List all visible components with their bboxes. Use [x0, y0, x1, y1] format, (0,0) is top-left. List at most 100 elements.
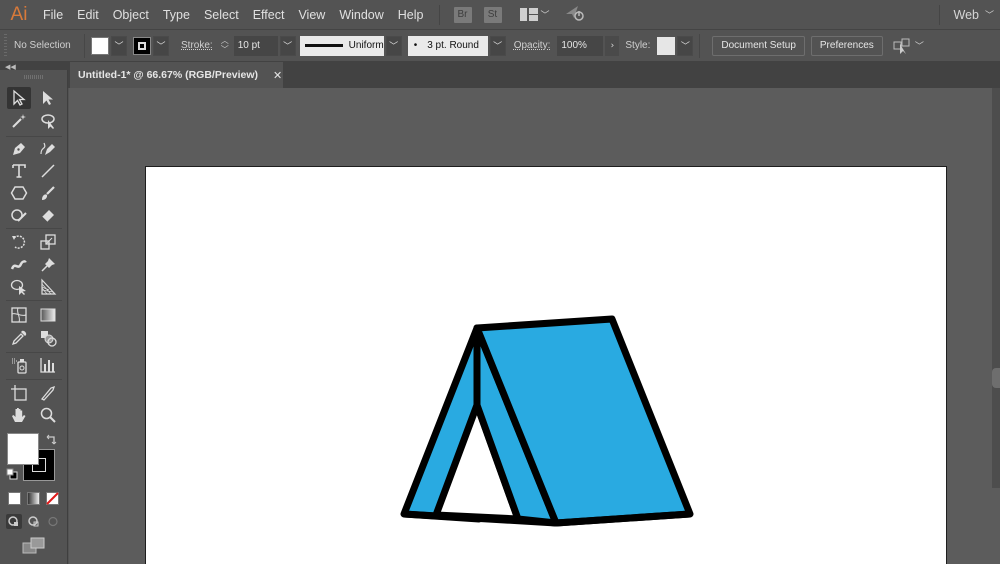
- eraser-tool[interactable]: [36, 204, 60, 226]
- symbol-sprayer-icon: [12, 358, 27, 374]
- fill-dropdown[interactable]: ﹀: [111, 35, 127, 56]
- gradient-tool[interactable]: [36, 304, 60, 326]
- menu-divider: [438, 4, 440, 25]
- canvas-area[interactable]: [69, 88, 1000, 564]
- opacity-slider-button[interactable]: ›: [605, 35, 620, 56]
- lasso-icon: [41, 114, 55, 129]
- document-tab[interactable]: Untitled-1* @ 66.67% (RGB/Preview) ✕: [70, 62, 283, 88]
- stroke-weight-dropdown[interactable]: ﹀: [279, 35, 296, 56]
- menu-edit[interactable]: Edit: [70, 8, 106, 22]
- chevron-down-icon: ﹀: [389, 42, 399, 52]
- draw-inside-icon[interactable]: [45, 514, 61, 529]
- close-tab-icon[interactable]: ✕: [273, 69, 282, 82]
- curvature-tool[interactable]: [36, 138, 60, 160]
- perspective-grid-tool[interactable]: [36, 276, 60, 298]
- change-screen-mode-icon[interactable]: [22, 537, 46, 555]
- scrollbar-thumb[interactable]: [992, 368, 1000, 388]
- workspace-switcher[interactable]: Web ﹀: [938, 0, 1000, 29]
- shape-builder-tool[interactable]: [7, 276, 31, 298]
- document-tab-title: Untitled-1* @ 66.67% (RGB/Preview): [78, 69, 259, 81]
- artboard-icon: [11, 385, 27, 401]
- direct-selection-tool[interactable]: [36, 87, 60, 109]
- rotate-tool[interactable]: [7, 231, 31, 253]
- fill-swatch[interactable]: [7, 433, 39, 465]
- brush-definition[interactable]: • 3 pt. Round: [407, 35, 488, 56]
- puppet-warp-tool[interactable]: [36, 254, 60, 276]
- stroke-weight-stepper[interactable]: ︿ ﹀: [218, 36, 232, 56]
- zoom-tool[interactable]: [36, 404, 60, 426]
- column-graph-tool[interactable]: [36, 354, 60, 376]
- menu-object[interactable]: Object: [106, 8, 156, 22]
- selection-tool[interactable]: [7, 87, 31, 109]
- menu-window[interactable]: Window: [332, 8, 390, 22]
- menu-help[interactable]: Help: [391, 8, 431, 22]
- arrange-documents-icon: [519, 8, 538, 21]
- blend-tool[interactable]: [36, 327, 60, 349]
- default-fill-stroke-icon[interactable]: [6, 468, 18, 480]
- width-tool[interactable]: [7, 254, 31, 276]
- shape-tool[interactable]: [7, 182, 31, 204]
- stroke-dropdown[interactable]: ﹀: [153, 35, 169, 56]
- arrange-documents-button[interactable]: ﹀: [519, 8, 550, 21]
- opacity-input[interactable]: 100%: [557, 35, 604, 56]
- symbol-sprayer-tool[interactable]: [7, 354, 31, 376]
- style-dropdown[interactable]: ﹀: [677, 35, 694, 56]
- color-mode-button[interactable]: [8, 492, 21, 505]
- draw-normal-icon: [8, 516, 18, 526]
- stock-button[interactable]: St: [483, 6, 502, 23]
- fill-color-swatch[interactable]: [91, 36, 109, 55]
- type-tool[interactable]: [7, 160, 31, 182]
- scale-tool[interactable]: [36, 231, 60, 253]
- graphic-style-swatch[interactable]: [657, 36, 676, 55]
- profile-dropdown[interactable]: ﹀: [385, 35, 402, 56]
- stroke-weight-input[interactable]: 10 pt: [233, 35, 278, 56]
- eyedropper-tool[interactable]: [7, 327, 31, 349]
- hand-tool[interactable]: [7, 404, 31, 426]
- artboard-tool[interactable]: [7, 382, 31, 404]
- curvature-pen-icon: [40, 142, 55, 155]
- width-tool-icon: [10, 259, 27, 270]
- select-similar-button[interactable]: ﹀: [893, 38, 924, 54]
- preferences-button[interactable]: Preferences: [810, 35, 883, 56]
- document-setup-button[interactable]: Document Setup: [712, 35, 805, 56]
- tent-artwork[interactable]: [146, 167, 948, 564]
- menu-view[interactable]: View: [291, 8, 332, 22]
- slice-tool[interactable]: [36, 382, 60, 404]
- menu-effect[interactable]: Effect: [246, 8, 292, 22]
- brush-label: 3 pt. Round: [427, 40, 479, 51]
- chevron-down-icon: ﹀: [984, 11, 994, 21]
- variable-width-profile[interactable]: Uniform: [299, 35, 384, 56]
- draw-behind-icon[interactable]: [26, 514, 42, 529]
- brush-dropdown[interactable]: ﹀: [489, 35, 506, 56]
- bridge-button[interactable]: Br: [453, 6, 472, 23]
- scale-icon: [40, 234, 56, 250]
- gradient-mode-button[interactable]: [27, 492, 40, 505]
- paintbrush-tool[interactable]: [36, 182, 60, 204]
- opacity-label[interactable]: Opacity:: [514, 40, 551, 51]
- artboard[interactable]: [145, 166, 947, 564]
- lasso-tool[interactable]: [36, 110, 60, 132]
- control-bar-grip[interactable]: [4, 33, 7, 58]
- chevron-down-icon: ﹀: [114, 42, 124, 52]
- tool-divider: [6, 300, 62, 301]
- stroke-color-swatch[interactable]: [133, 36, 151, 55]
- gpu-performance-button[interactable]: [564, 4, 586, 26]
- draw-normal-button[interactable]: [6, 514, 22, 529]
- line-segment-tool[interactable]: [36, 160, 60, 182]
- toolbar-grip[interactable]: [24, 75, 44, 79]
- stroke-label[interactable]: Stroke:: [181, 40, 213, 51]
- swap-fill-stroke-icon[interactable]: [46, 434, 58, 446]
- menu-select[interactable]: Select: [197, 8, 246, 22]
- mesh-tool[interactable]: [7, 304, 31, 326]
- style-label: Style:: [625, 40, 651, 51]
- pen-tool[interactable]: [7, 138, 31, 160]
- divider: [699, 33, 701, 58]
- menu-file[interactable]: File: [36, 8, 70, 22]
- menu-type[interactable]: Type: [156, 8, 197, 22]
- shape-builder-icon: [10, 279, 26, 295]
- magic-wand-tool[interactable]: [7, 110, 31, 132]
- shaper-tool[interactable]: [7, 204, 31, 226]
- magic-wand-icon: [12, 114, 26, 128]
- vertical-scrollbar[interactable]: [992, 88, 1000, 488]
- none-mode-button[interactable]: [46, 492, 59, 505]
